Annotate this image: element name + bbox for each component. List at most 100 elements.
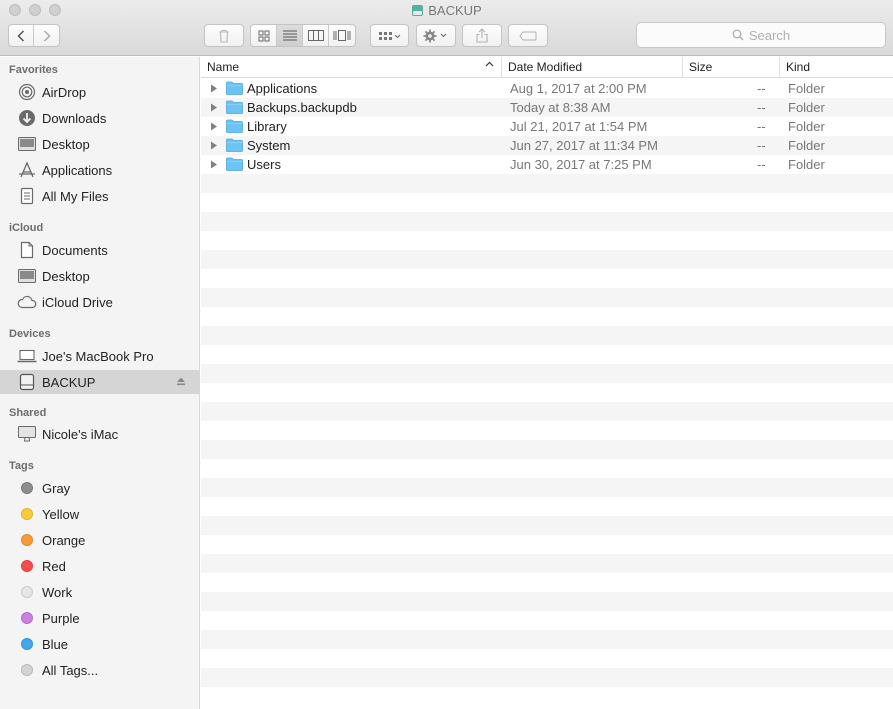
sidebar-item-label: Work <box>42 584 73 600</box>
chevron-right-icon <box>43 29 51 42</box>
column-header-label: Size <box>689 60 713 74</box>
table-row[interactable]: System Jun 27, 2017 at 11:34 PM -- Folder <box>201 136 893 155</box>
disclosure-triangle-icon[interactable] <box>210 103 218 112</box>
share-button[interactable] <box>462 24 502 47</box>
file-date: Aug 1, 2017 at 2:00 PM <box>510 81 647 96</box>
sidebar-item-tag[interactable]: Yellow <box>0 502 200 526</box>
desktop-icon <box>17 134 37 154</box>
sidebar-item-label: Downloads <box>42 110 107 126</box>
sidebar-item-downloads[interactable]: Downloads <box>0 106 200 130</box>
table-row[interactable]: Users Jun 30, 2017 at 7:25 PM -- Folder <box>201 155 893 174</box>
drive-icon <box>17 372 37 392</box>
cover-flow-button[interactable] <box>329 25 355 46</box>
sidebar-item-tag[interactable]: Red <box>0 554 200 578</box>
gear-icon <box>423 29 447 42</box>
sidebar-section-shared: Shared <box>9 407 47 419</box>
column-header-label: Kind <box>786 60 811 74</box>
sidebar-item-desktop[interactable]: Desktop <box>0 132 200 156</box>
action-button[interactable] <box>416 24 456 47</box>
sidebar-item-label: Desktop <box>42 136 90 152</box>
empty-row <box>201 174 893 193</box>
tag-icon <box>519 31 537 40</box>
table-row[interactable]: Library Jul 21, 2017 at 1:54 PM -- Folder <box>201 117 893 136</box>
sidebar-item-tag[interactable]: Blue <box>0 632 200 656</box>
arrange-button[interactable] <box>370 24 409 47</box>
sidebar-item-label: Purple <box>42 610 80 626</box>
sidebar-item-backup[interactable]: BACKUP <box>0 370 200 394</box>
tags-button[interactable] <box>508 24 548 47</box>
disclosure-triangle-icon[interactable] <box>210 84 218 93</box>
folder-icon <box>226 81 243 95</box>
tag-dot <box>21 638 33 650</box>
forward-button[interactable] <box>34 25 59 46</box>
column-header-name[interactable]: Name <box>201 57 501 78</box>
column-header-kind[interactable]: Kind <box>779 57 893 78</box>
icon-view-button[interactable] <box>251 25 277 46</box>
empty-row <box>201 288 893 307</box>
back-button[interactable] <box>9 25 34 46</box>
sidebar-item-macbook-pro[interactable]: Joe's MacBook Pro <box>0 344 200 368</box>
sidebar-item-tag[interactable]: Work <box>0 580 200 604</box>
empty-row <box>201 687 893 706</box>
empty-row <box>201 440 893 459</box>
empty-row <box>201 250 893 269</box>
disclosure-triangle-icon[interactable] <box>210 122 218 131</box>
sidebar-item-label: Red <box>42 558 66 574</box>
file-size: -- <box>757 138 766 153</box>
file-kind: Folder <box>788 100 825 115</box>
window-title: BACKUP <box>0 3 893 18</box>
empty-row <box>201 421 893 440</box>
tag-color-icon <box>17 504 37 524</box>
table-row[interactable]: Applications Aug 1, 2017 at 2:00 PM -- Fold… <box>201 79 893 98</box>
cover-flow-icon <box>333 30 351 41</box>
table-row[interactable]: Backups.backupdb Today at 8:38 AM -- Folder <box>201 98 893 117</box>
folder-icon <box>226 157 243 171</box>
sort-ascending-icon <box>485 61 494 67</box>
empty-row <box>201 459 893 478</box>
search-field[interactable]: Search <box>636 22 886 48</box>
file-date: Jul 21, 2017 at 1:54 PM <box>510 119 648 134</box>
file-name: Library <box>247 119 287 134</box>
sidebar-item-tag[interactable]: Gray <box>0 476 200 500</box>
folder-icon <box>226 100 243 114</box>
sidebar-item-airdrop[interactable]: AirDrop <box>0 80 200 104</box>
disclosure-triangle-icon[interactable] <box>210 160 218 169</box>
tag-dot <box>21 612 33 624</box>
empty-row <box>201 516 893 535</box>
disclosure-triangle-icon[interactable] <box>210 141 218 150</box>
column-header-label: Date Modified <box>508 60 583 74</box>
file-kind: Folder <box>788 81 825 96</box>
column-header-date[interactable]: Date Modified <box>501 57 682 78</box>
sidebar-item-applications[interactable]: Applications <box>0 158 200 182</box>
list-icon <box>282 30 297 41</box>
empty-row <box>201 364 893 383</box>
trash-button[interactable] <box>204 24 244 47</box>
window-title-text: BACKUP <box>428 3 482 18</box>
tag-color-icon <box>17 634 37 654</box>
file-name: System <box>247 138 291 153</box>
empty-row <box>201 193 893 212</box>
nav-buttons <box>8 24 60 47</box>
column-header-size[interactable]: Size <box>682 57 779 78</box>
empty-row <box>201 649 893 668</box>
sidebar-item-tag[interactable]: Purple <box>0 606 200 630</box>
tag-dot <box>21 586 33 598</box>
folder-icon <box>226 119 243 133</box>
sidebar-item-icloud-drive[interactable]: iCloud Drive <box>0 290 200 314</box>
sidebar-item-nicoles-imac[interactable]: Nicole's iMac <box>0 422 200 446</box>
sidebar-item-all-my-files[interactable]: All My Files <box>0 184 200 208</box>
sidebar-item-tag[interactable]: Orange <box>0 528 200 552</box>
sidebar-item-tag[interactable]: All Tags... <box>0 658 200 682</box>
cloud-icon <box>17 292 37 312</box>
column-view-button[interactable] <box>303 25 329 46</box>
empty-row <box>201 668 893 687</box>
empty-row <box>201 402 893 421</box>
eject-icon[interactable] <box>176 376 186 386</box>
list-view-button[interactable] <box>277 25 303 46</box>
sidebar-item-icloud-desktop[interactable]: Desktop <box>0 264 200 288</box>
empty-row <box>201 326 893 345</box>
sidebar-item-documents[interactable]: Documents <box>0 238 200 262</box>
file-name: Users <box>247 157 281 172</box>
tag-dot <box>21 560 33 572</box>
empty-row <box>201 592 893 611</box>
